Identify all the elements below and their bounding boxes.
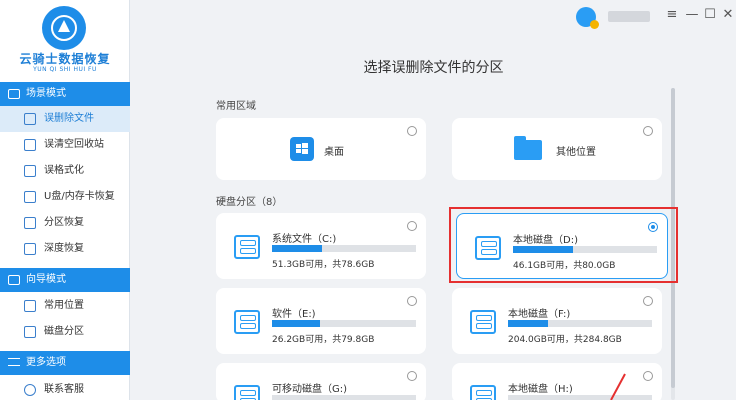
wizard-mode-icon xyxy=(8,275,20,285)
recycle-bin-icon xyxy=(24,139,36,151)
sidebar-item-partition[interactable]: 分区恢复 xyxy=(0,210,130,236)
radio-button[interactable] xyxy=(407,296,417,306)
main-panel: ≡ — ☐ ✕ 选择误删除文件的分区 常用区域 桌面 其他位置 硬盘分区（8） … xyxy=(131,0,736,400)
sidebar-item-label: 常用位置 xyxy=(44,300,84,311)
format-icon xyxy=(24,165,36,177)
hard-disk-icon xyxy=(234,235,260,259)
disk-name: 可移动磁盘（G:) xyxy=(272,384,348,395)
deep-scan-icon xyxy=(24,243,36,255)
section-scene-mode: 场景模式 xyxy=(0,82,130,106)
user-avatar-icon[interactable] xyxy=(576,7,599,29)
disk-card-e[interactable]: 软件（E:) 26.2GB可用，共79.8GB xyxy=(216,288,426,354)
disk-card-f[interactable]: 本地磁盘（F:) 204.0GB可用，共284.8GB xyxy=(452,288,662,354)
disks-group-title: 硬盘分区（8） xyxy=(216,197,283,208)
app-subtitle: YUN QI SHI HUI FU xyxy=(33,66,97,73)
desktop-icon xyxy=(290,137,314,161)
sidebar-item-label: 磁盘分区 xyxy=(44,326,84,337)
location-card-desktop[interactable]: 桌面 xyxy=(216,118,426,180)
maximize-button[interactable]: ☐ xyxy=(702,7,718,23)
location-card-other[interactable]: 其他位置 xyxy=(452,118,662,180)
customer-service-icon xyxy=(24,384,36,396)
app-logo: 云骑士数据恢复 YUN QI SHI HUI FU xyxy=(0,0,130,80)
knight-logo-icon xyxy=(42,6,86,50)
sidebar-item-label: 误清空回收站 xyxy=(44,139,104,150)
radio-button[interactable] xyxy=(407,371,417,381)
disk-usage-bar xyxy=(272,245,416,252)
radio-button[interactable] xyxy=(407,126,417,136)
disk-size: 51.3GB可用，共78.6GB xyxy=(272,260,375,270)
menu-lines-icon xyxy=(8,358,20,366)
common-location-icon xyxy=(24,300,36,312)
sidebar-item-label: 联系客服 xyxy=(44,384,84,395)
section-wizard-mode: 向导模式 xyxy=(0,268,130,292)
disk-name: 本地磁盘（F:) xyxy=(508,309,571,320)
hard-disk-icon xyxy=(470,310,496,334)
disk-size: 26.2GB可用，共79.8GB xyxy=(272,335,375,345)
disk-name: 本地磁盘（H:) xyxy=(508,384,573,395)
sidebar-item-deep-scan[interactable]: 深度恢复 xyxy=(0,236,130,262)
annotation-arrow-icon xyxy=(610,373,626,400)
menu-button[interactable]: ≡ xyxy=(664,7,680,23)
hard-disk-icon xyxy=(470,385,496,400)
sidebar-item-deleted-files[interactable]: 误删除文件 xyxy=(0,106,130,132)
radio-button[interactable] xyxy=(643,296,653,306)
folder-icon xyxy=(514,136,542,160)
sidebar: 云骑士数据恢复 YUN QI SHI HUI FU 场景模式 误删除文件 误清空… xyxy=(0,0,130,400)
sidebar-item-usb[interactable]: U盘/内存卡恢复 xyxy=(0,184,130,210)
username-redacted xyxy=(608,11,650,22)
close-button[interactable]: ✕ xyxy=(720,7,736,23)
hard-disk-icon xyxy=(234,310,260,334)
disk-card-h[interactable]: 本地磁盘（H:) xyxy=(452,363,662,400)
usb-icon xyxy=(24,191,36,203)
disk-usage-bar xyxy=(272,395,416,400)
file-delete-icon xyxy=(24,113,36,125)
section-more-options: 更多选项 xyxy=(0,351,130,375)
sidebar-item-label: 深度恢复 xyxy=(44,243,84,254)
location-label: 桌面 xyxy=(324,147,344,158)
page-title: 选择误删除文件的分区 xyxy=(363,60,504,76)
sidebar-item-common-location[interactable]: 常用位置 xyxy=(0,293,130,319)
sidebar-item-disk-partition[interactable]: 磁盘分区 xyxy=(0,319,130,345)
section-label: 场景模式 xyxy=(26,88,66,99)
hard-disk-icon xyxy=(234,385,260,400)
sidebar-item-label: U盘/内存卡恢复 xyxy=(44,191,115,202)
sidebar-item-format[interactable]: 误格式化 xyxy=(0,158,130,184)
app-title: 云骑士数据恢复 xyxy=(19,52,111,66)
title-bar: ≡ — ☐ ✕ xyxy=(566,0,736,32)
location-label: 其他位置 xyxy=(556,147,596,158)
minimize-button[interactable]: — xyxy=(684,7,700,23)
sidebar-item-label: 误格式化 xyxy=(44,165,84,176)
sidebar-item-label: 误删除文件 xyxy=(44,113,94,124)
radio-button[interactable] xyxy=(407,221,417,231)
section-label: 更多选项 xyxy=(26,357,66,368)
disk-usage-bar xyxy=(508,395,652,400)
disk-usage-bar xyxy=(508,320,652,327)
annotation-highlight-box xyxy=(449,207,678,283)
scene-mode-icon xyxy=(8,89,20,99)
sidebar-item-label: 分区恢复 xyxy=(44,217,84,228)
disk-usage-bar xyxy=(272,320,416,327)
section-label: 向导模式 xyxy=(26,274,66,285)
disk-name: 系统文件（C:) xyxy=(272,234,337,245)
disk-card-c[interactable]: 系统文件（C:) 51.3GB可用，共78.6GB xyxy=(216,213,426,279)
radio-button[interactable] xyxy=(643,371,653,381)
disk-card-g[interactable]: 可移动磁盘（G:) xyxy=(216,363,426,400)
sidebar-item-customer-service[interactable]: 联系客服 xyxy=(0,377,130,400)
partition-icon xyxy=(24,217,36,229)
sidebar-item-recycle-bin[interactable]: 误清空回收站 xyxy=(0,132,130,158)
disk-name: 软件（E:) xyxy=(272,309,316,320)
radio-button[interactable] xyxy=(643,126,653,136)
common-area-title: 常用区域 xyxy=(216,101,256,112)
disk-partition-icon xyxy=(24,326,36,338)
disk-size: 204.0GB可用，共284.8GB xyxy=(508,335,622,345)
